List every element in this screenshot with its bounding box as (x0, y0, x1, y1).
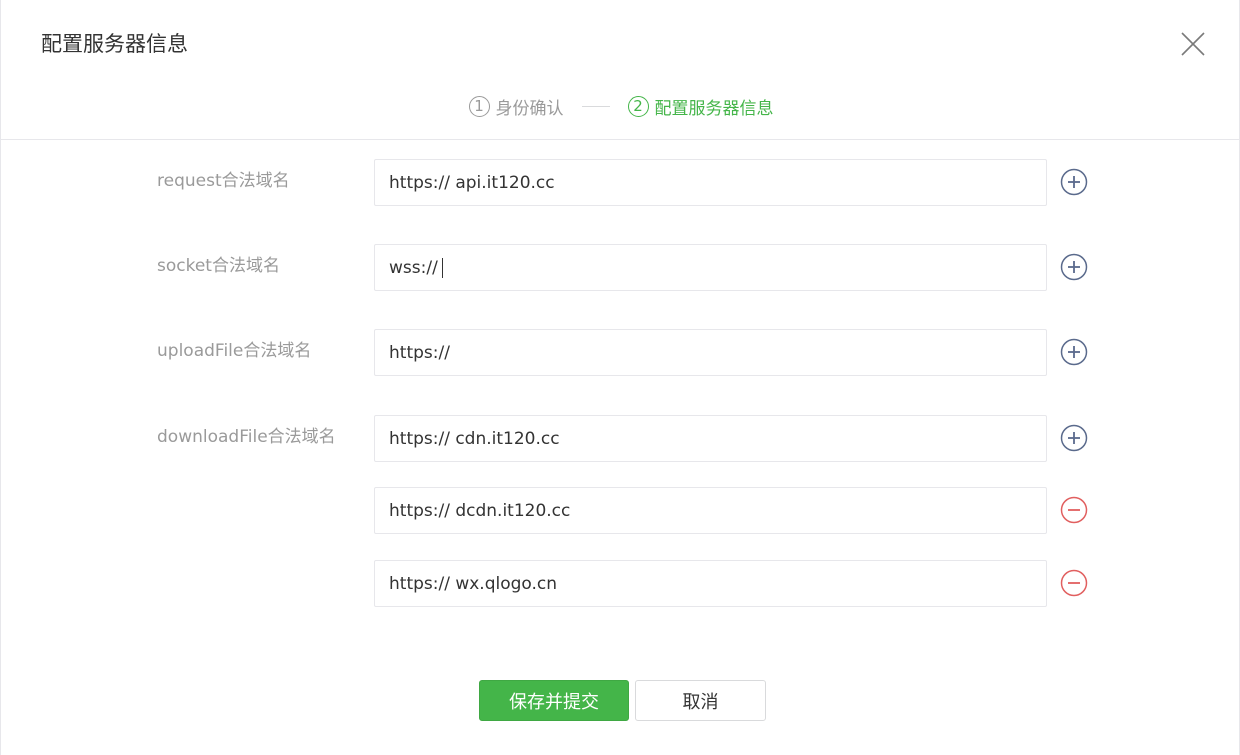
plus-circle-icon[interactable] (1060, 253, 1088, 281)
download-domain-value: https:// dcdn.it120.cc (389, 500, 571, 521)
download-domain-row: https:// wx.qlogo.cn (1, 560, 1240, 608)
minus-circle-icon[interactable] (1060, 569, 1088, 597)
socket-domain-input[interactable]: wss:// (374, 244, 1047, 291)
download-domain-input[interactable]: https:// cdn.it120.cc (374, 415, 1047, 462)
request-domain-label: request合法域名 (157, 171, 290, 191)
step-label: 配置服务器信息 (654, 98, 774, 119)
download-domain-label: downloadFile合法域名 (157, 427, 336, 447)
download-domain-input[interactable]: https:// wx.qlogo.cn (374, 560, 1047, 607)
download-domain-row: downloadFile合法域名 https:// cdn.it120.cc (1, 415, 1240, 463)
plus-circle-icon[interactable] (1060, 168, 1088, 196)
request-domain-input[interactable]: https:// api.it120.cc (374, 159, 1047, 206)
cancel-button[interactable]: 取消 (635, 680, 766, 721)
step-indicator: 1 身份确认 2 配置服务器信息 (1, 90, 1240, 122)
plus-circle-icon[interactable] (1060, 424, 1088, 452)
plus-circle-icon[interactable] (1060, 338, 1088, 366)
minus-circle-icon[interactable] (1060, 496, 1088, 524)
socket-domain-value: wss:// (389, 257, 438, 278)
socket-domain-row: socket合法域名 wss:// (1, 244, 1240, 292)
upload-domain-row: uploadFile合法域名 https:// (1, 329, 1240, 377)
upload-domain-value: https:// (389, 342, 450, 363)
step-number: 1 (468, 95, 490, 117)
socket-domain-label: socket合法域名 (157, 256, 280, 276)
config-server-dialog: 配置服务器信息 1 身份确认 2 配置服务器信息 request合法域名 htt… (0, 0, 1240, 755)
upload-domain-label: uploadFile合法域名 (157, 341, 312, 361)
download-domain-value: https:// cdn.it120.cc (389, 428, 560, 449)
download-domain-row: https:// dcdn.it120.cc (1, 487, 1240, 535)
request-domain-row: request合法域名 https:// api.it120.cc (1, 159, 1240, 207)
step-label: 身份确认 (495, 98, 564, 119)
download-domain-value: https:// wx.qlogo.cn (389, 573, 558, 594)
step-identity: 1 身份确认 (468, 94, 564, 119)
request-domain-value: https:// api.it120.cc (389, 172, 555, 193)
save-submit-button[interactable]: 保存并提交 (479, 680, 629, 721)
download-domain-input[interactable]: https:// dcdn.it120.cc (374, 487, 1047, 534)
close-icon[interactable] (1177, 28, 1209, 60)
step-number: 2 (627, 95, 649, 117)
text-caret (441, 257, 443, 278)
header-divider (1, 139, 1239, 140)
step-config-server: 2 配置服务器信息 (627, 94, 774, 119)
dialog-title: 配置服务器信息 (41, 32, 188, 56)
step-separator (581, 105, 610, 107)
upload-domain-input[interactable]: https:// (374, 329, 1047, 376)
